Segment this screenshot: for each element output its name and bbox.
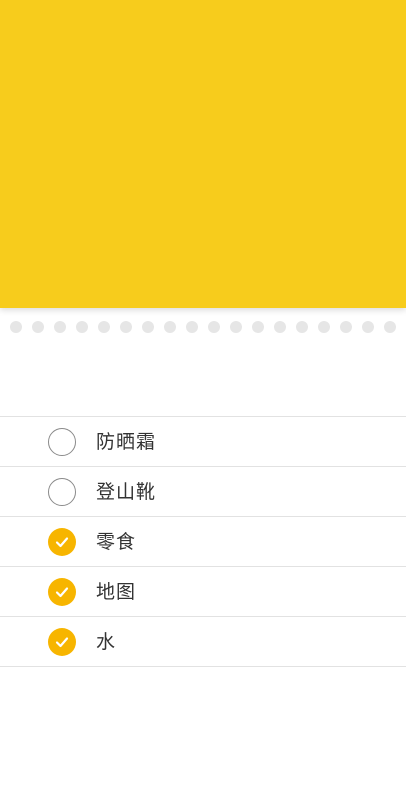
perforation-dot xyxy=(340,321,352,333)
checklist-item-hiking-boots[interactable]: 登山靴 xyxy=(0,467,406,517)
checkmark-icon xyxy=(55,587,69,598)
perforation-dot xyxy=(296,321,308,333)
checkmark-icon xyxy=(55,537,69,548)
perforation-dot xyxy=(252,321,264,333)
checklist-item-sunscreen[interactable]: 防晒霜 xyxy=(0,417,406,467)
header-banner xyxy=(0,0,406,308)
checklist-item-water[interactable]: 水 xyxy=(0,617,406,667)
perforation-dot xyxy=(384,321,396,333)
perforation-dot xyxy=(120,321,132,333)
perforation-divider xyxy=(0,320,406,334)
item-label: 地图 xyxy=(96,581,137,603)
perforation-dot xyxy=(32,321,44,333)
perforation-dot xyxy=(274,321,286,333)
perforation-dot xyxy=(318,321,330,333)
item-label: 登山靴 xyxy=(96,481,157,503)
circle-checkbox[interactable] xyxy=(48,628,76,656)
perforation-dot xyxy=(208,321,220,333)
circle-checkbox[interactable] xyxy=(48,578,76,606)
item-label: 防晒霜 xyxy=(96,431,157,453)
circle-checkbox[interactable] xyxy=(48,528,76,556)
perforation-dot xyxy=(98,321,110,333)
perforation-dot xyxy=(142,321,154,333)
item-label: 水 xyxy=(96,631,117,653)
app-screen: 防晒霜 登山靴 零食 地图 水 xyxy=(0,0,406,804)
perforation-dot xyxy=(164,321,176,333)
circle-checkbox[interactable] xyxy=(48,428,76,456)
perforation-dot xyxy=(230,321,242,333)
perforation-dot xyxy=(54,321,66,333)
perforation-dot xyxy=(186,321,198,333)
perforation-dot xyxy=(362,321,374,333)
circle-checkbox[interactable] xyxy=(48,478,76,506)
checkmark-icon xyxy=(55,637,69,648)
checklist: 防晒霜 登山靴 零食 地图 水 xyxy=(0,416,406,667)
perforation-dot xyxy=(76,321,88,333)
item-label: 零食 xyxy=(96,531,137,553)
perforation-dot xyxy=(10,321,22,333)
checklist-item-map[interactable]: 地图 xyxy=(0,567,406,617)
checklist-item-snacks[interactable]: 零食 xyxy=(0,517,406,567)
